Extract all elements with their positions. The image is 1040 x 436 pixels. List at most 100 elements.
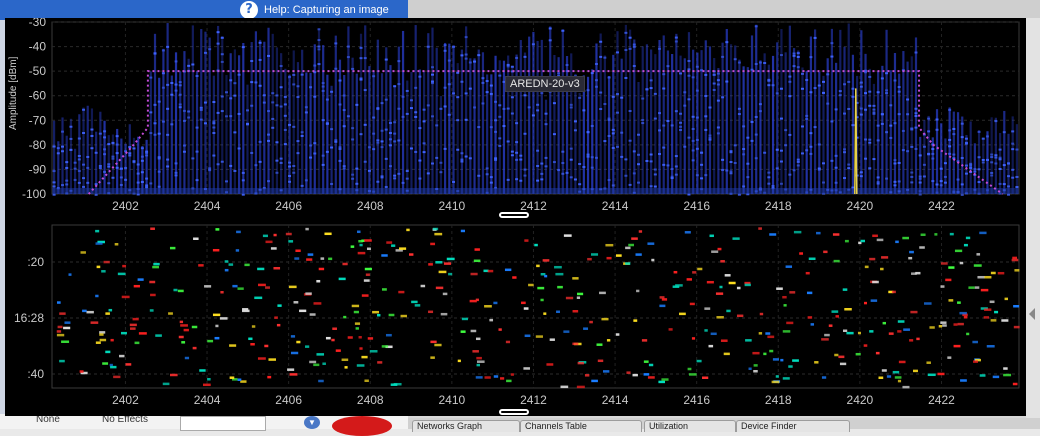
waterfall-dot — [257, 357, 266, 360]
tab-networks-graph[interactable]: Networks Graph — [412, 420, 520, 432]
spectrum-speckle — [843, 83, 847, 86]
waterfall-dot — [364, 239, 372, 242]
spectrum-speckle — [372, 75, 376, 78]
network-label[interactable]: AREDN-20-v3 — [505, 76, 585, 92]
chevron-down-icon[interactable]: ▼ — [304, 416, 320, 429]
spectrum-speckle — [388, 138, 392, 141]
record-button[interactable] — [332, 416, 392, 436]
spectrum-speckle — [288, 180, 292, 183]
waterfall-dot — [180, 324, 188, 327]
waterfall-dot — [647, 376, 655, 379]
tab-channels-table[interactable]: Channels Table — [520, 420, 642, 432]
waterfall-dot — [752, 351, 760, 355]
spectrum-bar — [582, 75, 585, 194]
waterfall-dot — [79, 370, 84, 373]
spectrum-speckle — [620, 131, 624, 134]
spectrum-speckle — [515, 178, 519, 181]
spectrum-speckle — [922, 163, 926, 166]
spectrum-speckle — [489, 92, 493, 95]
spectrum-speckle — [779, 149, 783, 152]
waterfall-dot — [57, 325, 63, 329]
waterfall-dot — [724, 274, 731, 277]
spectrum-speckle — [481, 77, 485, 80]
spectrum-speckle — [397, 107, 401, 110]
waterfall-dot — [979, 374, 986, 377]
spectrum-speckle — [94, 193, 98, 196]
waterfall-dot — [583, 327, 589, 330]
spectrum-speckle — [187, 110, 191, 113]
waterfall-dot — [264, 344, 269, 348]
spectrum-speckle — [384, 128, 388, 131]
spectrum-bar — [334, 35, 337, 194]
spectrum-bar — [860, 30, 863, 194]
x-tick-label: 2414 — [602, 199, 629, 213]
waterfall-dot — [178, 335, 184, 339]
help-link[interactable]: Help: Capturing an image — [264, 4, 389, 16]
spectrum-speckle — [662, 124, 666, 127]
spectrum-speckle — [103, 148, 107, 151]
waterfall-dot — [641, 339, 648, 342]
spectrum-bar — [406, 80, 409, 194]
spectrum-speckle — [330, 128, 334, 131]
spectrum-speckle — [590, 166, 594, 169]
spectrum-speckle — [296, 152, 300, 155]
waterfall-dot — [805, 271, 810, 275]
waterfall-dot — [316, 353, 325, 356]
waterfall-dot — [902, 236, 909, 240]
spectrum-speckle — [985, 135, 989, 138]
waterfall-dot — [1003, 367, 1008, 370]
waterfall-dot — [606, 256, 612, 260]
spectrum-speckle — [637, 163, 641, 166]
spectrum-speckle — [355, 167, 359, 170]
waterfall-dot — [726, 309, 731, 313]
spectrum-bar — [578, 92, 581, 194]
spectrum-bar — [431, 27, 434, 194]
spectrum-speckle — [649, 87, 653, 90]
spectrum-speckle — [409, 99, 413, 102]
spectrum-speckle — [594, 85, 598, 88]
spectrum-speckle — [325, 122, 329, 125]
waterfall-dot — [169, 246, 176, 250]
spectrum-speckle — [330, 146, 334, 149]
spectrum-speckle — [489, 84, 493, 87]
panel-resize-handle[interactable] — [499, 409, 529, 415]
waterfall-dot — [572, 277, 579, 280]
spectrum-speckle — [115, 152, 119, 155]
spectrum-speckle — [279, 161, 283, 164]
waterfall-dot — [997, 271, 1005, 275]
spectrum-speckle — [174, 174, 178, 177]
spectrum-bar — [801, 67, 804, 194]
spectrum-speckle — [481, 102, 485, 105]
spectrum-speckle — [716, 83, 720, 86]
collapse-arrow-icon[interactable] — [1029, 308, 1035, 320]
tab-utilization[interactable]: Utilization — [644, 420, 736, 432]
spectrum-speckle — [931, 148, 935, 151]
tab-device-finder[interactable]: Device Finder — [736, 420, 850, 432]
panel-splitter-handle[interactable] — [499, 212, 529, 218]
spectrum-bar — [246, 84, 249, 194]
waterfall-dot — [736, 286, 741, 290]
spectrum-speckle — [586, 89, 590, 92]
waterfall-dot — [589, 320, 593, 324]
waterfall-dot — [318, 379, 324, 383]
spectrum-speckle — [90, 134, 94, 137]
spectrum-speckle — [132, 147, 136, 150]
spectrum-speckle — [561, 150, 565, 153]
spectrum-speckle — [388, 144, 392, 147]
time-label: :20 — [27, 255, 44, 269]
waterfall-dot — [557, 285, 563, 289]
spectrum-speckle — [115, 143, 119, 146]
spectrum-speckle — [325, 150, 329, 153]
spectrum-bar — [813, 29, 817, 194]
spectrum-speckle — [523, 132, 527, 135]
question-icon[interactable]: ? — [240, 1, 258, 19]
spectrum-speckle — [208, 169, 212, 172]
waterfall-dot — [305, 345, 310, 348]
waterfall-dot — [625, 262, 631, 265]
waterfall-dot — [888, 332, 894, 335]
spectrum-speckle — [157, 185, 161, 188]
spectrum-speckle — [111, 157, 115, 160]
waterfall-dot — [626, 371, 631, 374]
waterfall-dot — [992, 375, 1000, 379]
spectrum-bar — [843, 46, 846, 195]
